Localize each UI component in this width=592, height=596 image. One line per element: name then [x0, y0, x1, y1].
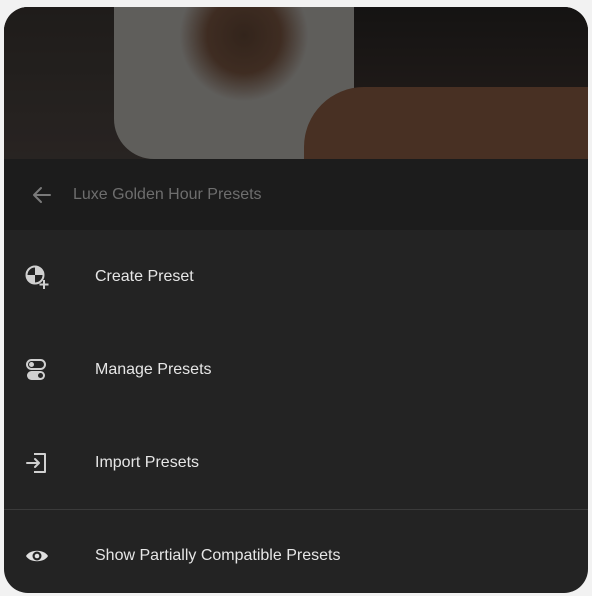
menu-item-label: Manage Presets: [95, 360, 212, 378]
panel-header: Luxe Golden Hour Presets: [4, 159, 588, 230]
import-icon: [23, 449, 51, 477]
create-preset-icon: [23, 263, 51, 291]
menu-item-create-preset[interactable]: Create Preset: [4, 230, 588, 323]
presets-panel: Luxe Golden Hour Presets Create Preset M…: [4, 7, 588, 593]
menu-item-show-partially-compatible[interactable]: Show Partially Compatible Presets: [4, 510, 588, 593]
toggles-icon: [23, 356, 51, 384]
menu-item-manage-presets[interactable]: Manage Presets: [4, 323, 588, 416]
menu-item-label: Show Partially Compatible Presets: [95, 547, 341, 564]
menu-item-label: Create Preset: [95, 267, 194, 285]
preset-menu: Create Preset Manage Presets Import Pres…: [4, 230, 588, 593]
arrow-left-icon[interactable]: [30, 183, 54, 207]
panel-title: Luxe Golden Hour Presets: [73, 185, 262, 203]
eye-icon: [23, 542, 51, 570]
menu-item-label: Import Presets: [95, 453, 200, 471]
menu-item-import-presets[interactable]: Import Presets: [4, 416, 588, 509]
photo-preview: [4, 7, 588, 159]
